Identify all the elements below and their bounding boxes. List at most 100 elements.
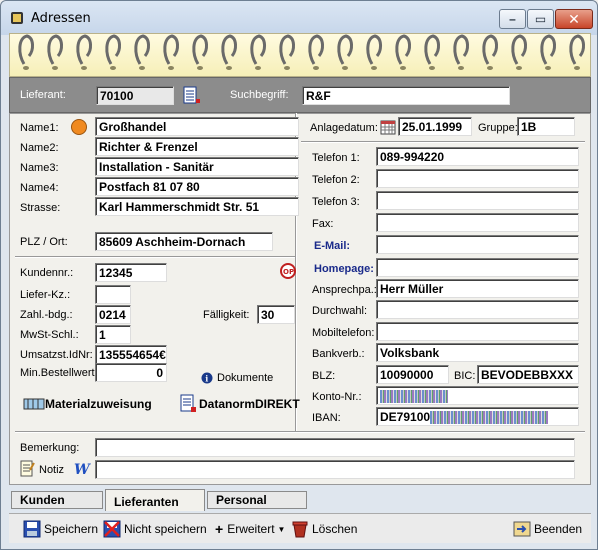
spiral-ring bbox=[105, 34, 121, 65]
zahlbdg-field[interactable]: 0214 bbox=[95, 305, 131, 324]
strasse-field[interactable]: Karl Hammerschmidt Str. 51 bbox=[95, 197, 299, 216]
suchbegriff-field[interactable]: R&F bbox=[302, 86, 510, 105]
spiral-ring bbox=[221, 34, 237, 65]
gruppe-field[interactable]: 1B bbox=[517, 117, 575, 136]
close-button[interactable]: ✕ bbox=[555, 9, 593, 29]
durchwahl-label: Durchwahl: bbox=[312, 305, 368, 317]
notiz-field[interactable] bbox=[95, 460, 575, 479]
fax-field[interactable] bbox=[376, 213, 579, 232]
suchbegriff-label: Suchbegriff: bbox=[230, 89, 289, 101]
spiral-ring bbox=[76, 34, 92, 65]
tab-bar: Kunden Lieferanten Personal bbox=[9, 489, 591, 511]
minbest-field[interactable]: 0 bbox=[95, 363, 167, 382]
datanorm-icon bbox=[180, 394, 196, 412]
kontonr-label: Konto-Nr.: bbox=[312, 391, 362, 403]
telefon1-field[interactable]: 089-994220 bbox=[376, 147, 579, 166]
op-icon[interactable]: OP bbox=[279, 262, 297, 280]
datanorm-link[interactable]: DatanormDIREKT bbox=[199, 397, 300, 411]
telefon3-field[interactable] bbox=[376, 191, 579, 210]
ring-hole bbox=[458, 66, 464, 70]
word-icon[interactable]: W bbox=[73, 461, 91, 477]
ring-hole bbox=[23, 66, 29, 70]
telefon1-label: Telefon 1: bbox=[312, 152, 360, 164]
status-dot-icon[interactable] bbox=[71, 119, 87, 135]
name1-field[interactable]: Großhandel bbox=[95, 117, 299, 136]
name4-field[interactable]: Postfach 81 07 80 bbox=[95, 177, 299, 196]
minimize-button[interactable]: – bbox=[499, 9, 526, 29]
telefon2-field[interactable] bbox=[376, 169, 579, 188]
title-bar: Adressen – ▭ ✕ bbox=[1, 1, 597, 35]
kontonr-field[interactable] bbox=[376, 386, 579, 405]
kundennr-field[interactable]: 12345 bbox=[95, 263, 167, 282]
app-icon bbox=[11, 12, 23, 24]
blz-field[interactable]: 10090000 bbox=[376, 365, 449, 384]
faelligkeit-label: Fälligkeit: bbox=[203, 309, 250, 321]
name3-field[interactable]: Installation - Sanitär bbox=[95, 157, 299, 176]
dokumente-link[interactable]: Dokumente bbox=[217, 372, 273, 384]
delete-button[interactable]: Löschen bbox=[291, 519, 357, 539]
binder-rings-decoration bbox=[9, 33, 591, 77]
iban-field[interactable]: DE79100 bbox=[376, 407, 579, 426]
materialzuweisung-link[interactable]: Materialzuweisung bbox=[45, 397, 152, 411]
ustid-field[interactable]: 135554654€ bbox=[95, 345, 167, 364]
ring-hole bbox=[284, 66, 290, 70]
bemerkung-field[interactable] bbox=[95, 438, 575, 457]
anlagedatum-field[interactable]: 25.01.1999 bbox=[398, 117, 472, 136]
name2-field[interactable]: Richter & Frenzel bbox=[95, 137, 299, 156]
faelligkeit-field[interactable]: 30 bbox=[257, 305, 295, 324]
exit-door-icon bbox=[513, 521, 531, 537]
ring-hole bbox=[197, 66, 203, 70]
mwst-field[interactable]: 1 bbox=[95, 325, 131, 344]
fax-label: Fax: bbox=[312, 218, 334, 230]
spiral-ring bbox=[163, 34, 179, 65]
durchwahl-field[interactable] bbox=[376, 300, 579, 319]
bic-field[interactable]: BEVODEBBXXX bbox=[477, 365, 579, 384]
save-button[interactable]: Speichern bbox=[23, 519, 98, 539]
spiral-ring bbox=[424, 34, 440, 65]
ring-hole bbox=[516, 66, 522, 70]
ring-hole bbox=[255, 66, 261, 70]
dont-save-button[interactable]: Nicht speichern bbox=[103, 519, 207, 539]
maximize-button[interactable]: ▭ bbox=[527, 9, 554, 29]
iban-label: IBAN: bbox=[312, 412, 341, 424]
notiz-icon[interactable] bbox=[19, 460, 35, 478]
spiral-ring bbox=[395, 34, 411, 65]
svg-text:i: i bbox=[205, 374, 208, 384]
exit-button[interactable]: Beenden bbox=[513, 519, 582, 539]
mobiltelefon-field[interactable] bbox=[376, 322, 579, 341]
homepage-link[interactable]: Homepage: bbox=[314, 263, 374, 275]
telefon3-label: Telefon 3: bbox=[312, 196, 360, 208]
calendar-icon[interactable] bbox=[380, 119, 396, 135]
info-icon[interactable]: i bbox=[201, 372, 213, 384]
homepage-field[interactable] bbox=[376, 258, 579, 277]
anlagedatum-label: Anlagedatum: bbox=[310, 122, 378, 134]
material-icon bbox=[23, 398, 45, 410]
email-field[interactable] bbox=[376, 235, 579, 254]
zahlbdg-label: Zahl.-bdg.: bbox=[20, 309, 73, 321]
spiral-ring bbox=[453, 34, 469, 65]
ring-hole bbox=[545, 66, 551, 70]
tab-personal[interactable]: Personal bbox=[207, 491, 307, 509]
erweitert-dropdown[interactable]: + Erweitert ▼ bbox=[215, 519, 285, 539]
lieferant-label: Lieferant: bbox=[20, 89, 66, 101]
spiral-ring bbox=[308, 34, 324, 65]
delete-label: Löschen bbox=[312, 522, 358, 536]
lookup-list-icon[interactable] bbox=[182, 85, 202, 107]
lieferkz-field[interactable] bbox=[95, 285, 131, 304]
spiral-ring bbox=[482, 34, 498, 65]
spiral-ring bbox=[511, 34, 527, 65]
ansprechpartner-field[interactable]: Herr Müller bbox=[376, 279, 579, 298]
redacted-kontonr bbox=[380, 390, 448, 404]
bankverb-field[interactable]: Volksbank bbox=[376, 343, 579, 362]
tab-lieferanten[interactable]: Lieferanten bbox=[105, 489, 205, 511]
spiral-ring bbox=[279, 34, 295, 65]
email-link[interactable]: E-Mail: bbox=[314, 240, 350, 252]
plz-ort-field[interactable]: 85609 Aschheim-Dornach bbox=[95, 232, 273, 251]
lieferant-field[interactable]: 70100 bbox=[96, 86, 174, 105]
chevron-down-icon: ▼ bbox=[277, 524, 286, 534]
svg-text:OP: OP bbox=[283, 268, 294, 276]
tab-kunden[interactable]: Kunden bbox=[11, 491, 103, 509]
ring-hole bbox=[371, 66, 377, 70]
exit-label: Beenden bbox=[534, 522, 583, 536]
name3-label: Name3: bbox=[20, 162, 59, 174]
